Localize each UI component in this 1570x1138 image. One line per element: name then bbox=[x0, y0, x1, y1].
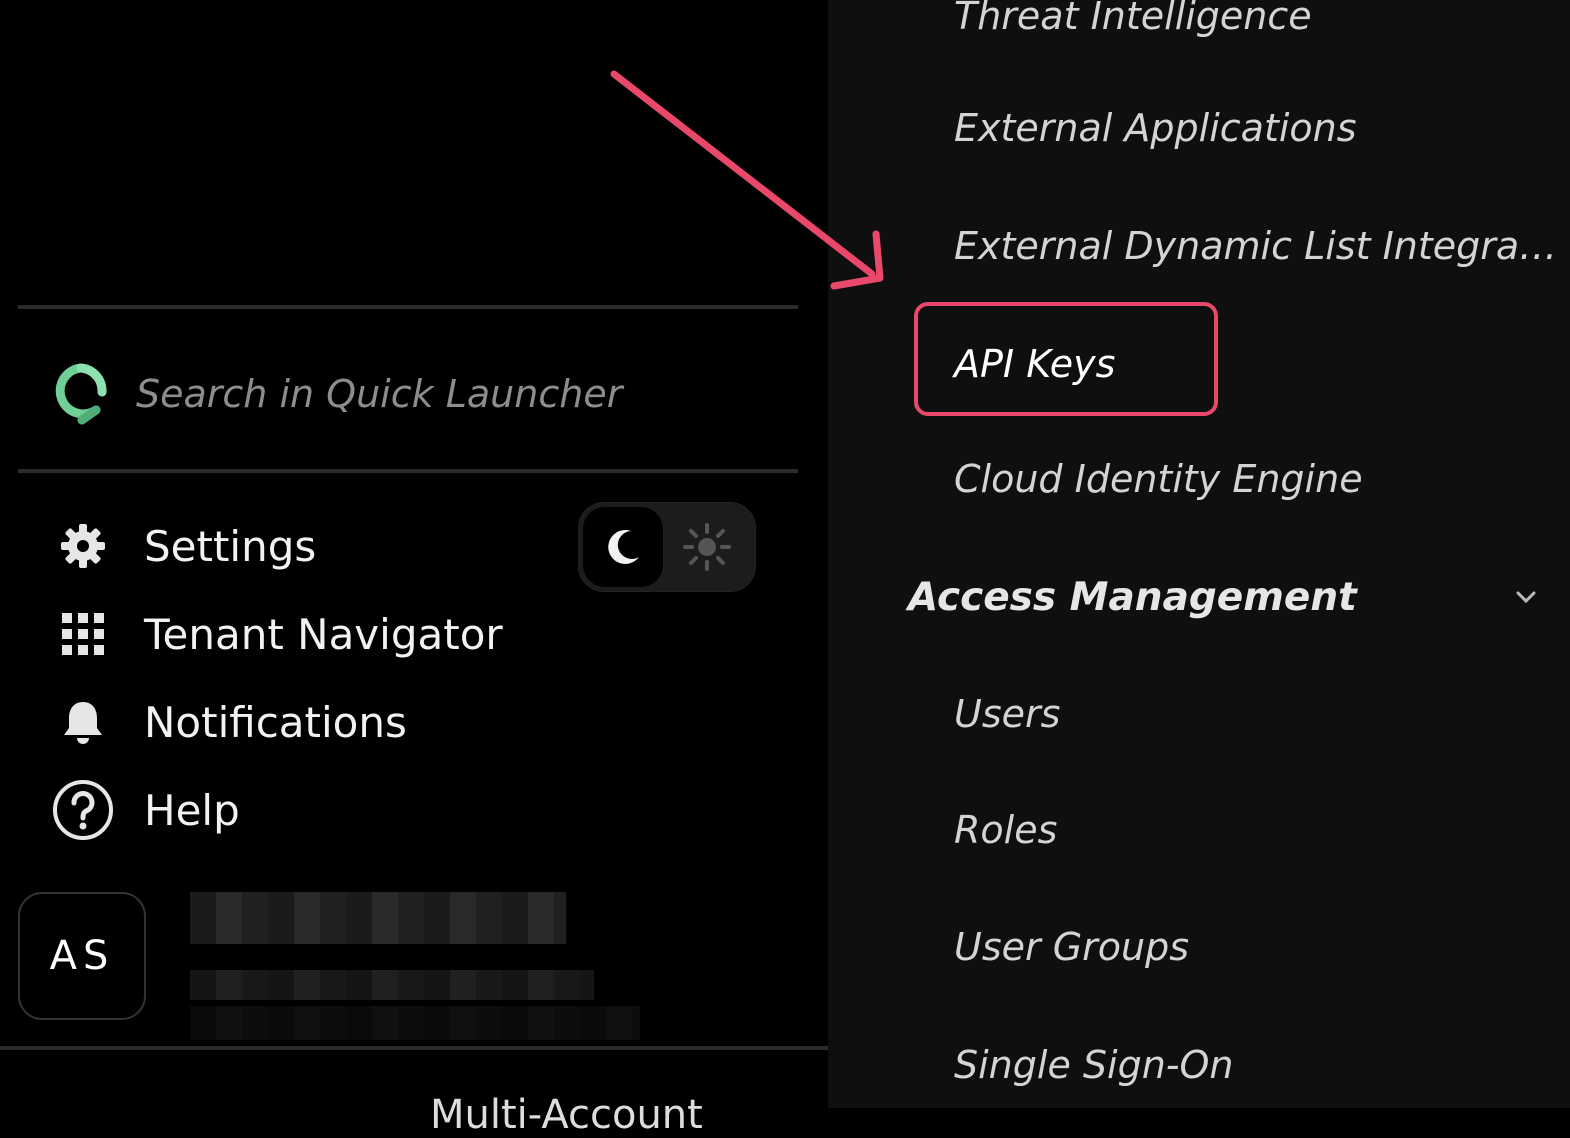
search-divider bbox=[18, 469, 798, 473]
quick-launcher-logo-icon bbox=[55, 363, 107, 425]
avatar-initials: AS bbox=[49, 933, 115, 979]
redacted-user-name bbox=[190, 892, 566, 944]
top-divider bbox=[18, 305, 798, 309]
search-input[interactable] bbox=[136, 372, 736, 416]
tenant-navigator-menu-item[interactable]: Tenant Navigator bbox=[52, 598, 503, 670]
settings-label: Settings bbox=[144, 521, 317, 571]
settings-submenu-panel bbox=[828, 0, 1570, 1108]
left-navigation-panel: Settings bbox=[0, 0, 828, 1138]
access-management-section[interactable]: Access Management bbox=[908, 572, 1538, 622]
user-avatar[interactable]: AS bbox=[18, 892, 146, 1020]
submenu-item-external-applications[interactable]: External Applications bbox=[954, 106, 1357, 150]
access-management-label: Access Management bbox=[908, 574, 1357, 620]
quick-launcher-search[interactable] bbox=[52, 358, 792, 430]
notifications-menu-item[interactable]: Notifications bbox=[52, 686, 407, 758]
submenu-item-threat-intelligence[interactable]: Threat Intelligence bbox=[954, 0, 1312, 38]
tenant-navigator-label: Tenant Navigator bbox=[144, 609, 503, 659]
sun-icon[interactable] bbox=[683, 523, 731, 571]
multi-account-cut-text[interactable]: Multi-Account bbox=[430, 1092, 703, 1138]
grid-icon bbox=[52, 603, 114, 665]
submenu-item-external-dynamic-list[interactable]: External Dynamic List Integra… bbox=[954, 224, 1557, 268]
settings-menu-item[interactable]: Settings bbox=[52, 510, 316, 582]
submenu-item-single-sign-on[interactable]: Single Sign-On bbox=[954, 1043, 1234, 1087]
submenu-item-user-groups[interactable]: User Groups bbox=[954, 925, 1189, 969]
submenu-item-users[interactable]: Users bbox=[954, 692, 1060, 736]
notifications-label: Notifications bbox=[144, 697, 407, 747]
redacted-user-email bbox=[190, 970, 594, 1000]
help-label: Help bbox=[144, 785, 240, 835]
submenu-item-cloud-identity-engine[interactable]: Cloud Identity Engine bbox=[954, 457, 1363, 501]
chevron-down-icon bbox=[1516, 591, 1536, 604]
api-keys-highlight bbox=[914, 302, 1218, 416]
moon-icon bbox=[608, 529, 639, 564]
gear-icon bbox=[52, 515, 114, 577]
help-menu-item[interactable]: Help bbox=[52, 774, 240, 846]
theme-toggle[interactable] bbox=[578, 502, 756, 592]
redacted-user-detail bbox=[190, 1006, 640, 1040]
bell-icon bbox=[52, 691, 114, 753]
submenu-item-roles[interactable]: Roles bbox=[954, 808, 1057, 852]
help-circle-icon bbox=[52, 779, 114, 841]
dark-mode-option[interactable] bbox=[583, 507, 663, 587]
profile-divider bbox=[0, 1046, 828, 1050]
